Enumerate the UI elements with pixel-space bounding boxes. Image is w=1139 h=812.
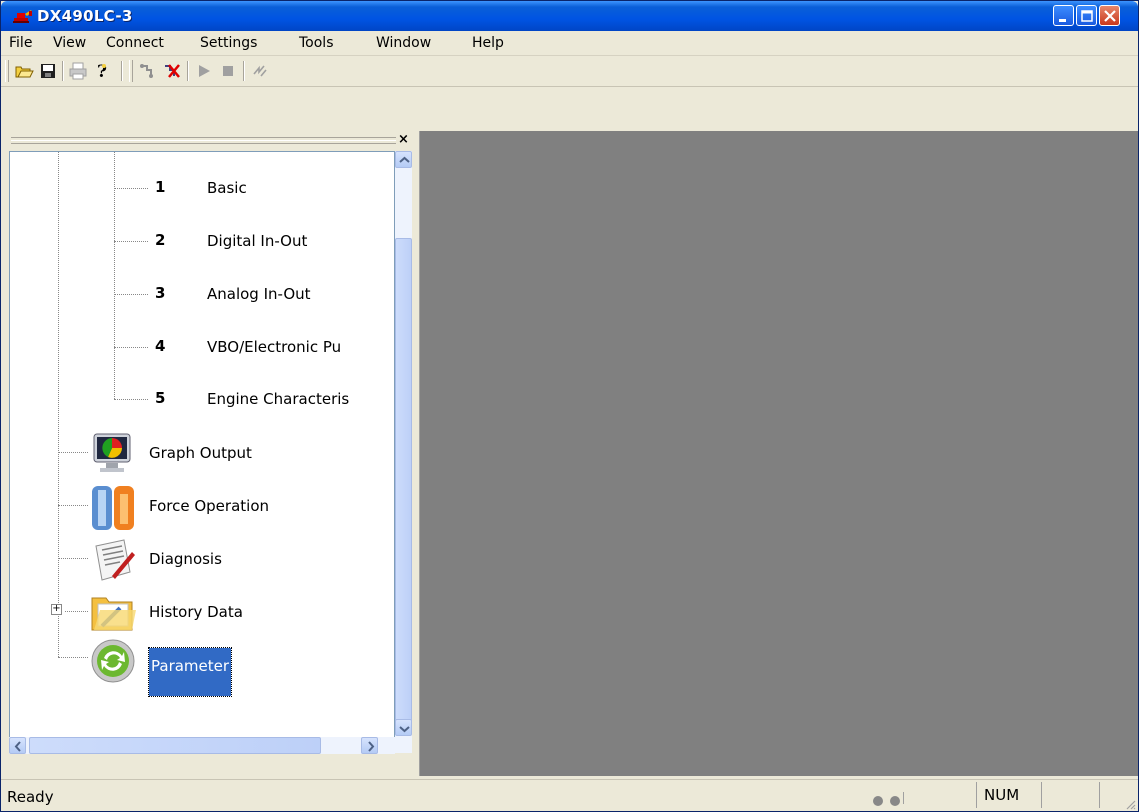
stop-icon[interactable] [217, 60, 239, 82]
parameter-icon [91, 639, 135, 683]
status-indicator-icon [890, 796, 900, 806]
window-title: DX490LC-3 [37, 7, 133, 25]
status-divider [1099, 782, 1100, 808]
status-divider [1041, 782, 1042, 808]
panel-grip [11, 143, 396, 144]
play-icon[interactable] [193, 60, 215, 82]
tree-subitem-analog[interactable]: Analog In-Out [207, 285, 311, 303]
toolbar-grip[interactable] [5, 60, 9, 82]
toolbar-separator [243, 61, 245, 81]
help-icon[interactable]: ? [91, 60, 113, 82]
status-bar: Ready NUM [1, 779, 1138, 811]
menu-bar: File View Connect Settings Tools Window … [1, 31, 1138, 56]
graph-output-icon [93, 433, 131, 472]
menu-file[interactable]: File [9, 35, 32, 51]
tree-subitem-number: 3 [155, 284, 166, 302]
scroll-down-button[interactable] [395, 719, 412, 736]
tree-item-parameter[interactable]: Parameter [147, 647, 233, 697]
menu-window[interactable]: Window [376, 35, 431, 51]
toolbar-separator [121, 61, 123, 81]
tree-subitem-basic[interactable]: Basic [207, 179, 247, 197]
diagnosis-icon [95, 539, 135, 581]
toolbar: ? [1, 56, 1138, 87]
chevron-down-icon [399, 726, 410, 733]
panel-grip [11, 140, 396, 141]
maximize-icon [1081, 10, 1093, 22]
tree-subitem-digital[interactable]: Digital In-Out [207, 232, 307, 250]
print-icon[interactable] [67, 60, 89, 82]
tree-item-diagnosis[interactable]: Diagnosis [149, 550, 222, 568]
tree-item-history-data[interactable]: History Data [149, 603, 243, 621]
tree-subitem-number: 5 [155, 389, 166, 407]
tree-line [114, 241, 148, 243]
toolbar-grip[interactable] [129, 60, 133, 82]
scroll-thumb[interactable] [29, 737, 321, 754]
open-folder-icon[interactable] [13, 60, 35, 82]
num-lock-indicator: NUM [984, 786, 1020, 804]
resize-grip-icon[interactable] [1124, 798, 1136, 810]
disconnect-icon[interactable] [161, 60, 183, 82]
status-divider [903, 792, 904, 804]
connect-icon[interactable] [137, 60, 159, 82]
tree-view[interactable]: 1 Basic 2 Digital In-Out 3 Analog In-Out… [9, 151, 395, 753]
panel-close-icon[interactable]: × [398, 132, 409, 147]
force-operation-icon [92, 486, 134, 530]
title-bar[interactable]: DX490LC-3 [1, 1, 1138, 31]
toolbar-separator [187, 61, 189, 81]
tree-horizontal-scrollbar[interactable] [9, 737, 395, 754]
tree-line [58, 558, 88, 560]
scroll-right-button[interactable] [361, 737, 378, 754]
menu-view[interactable]: View [53, 35, 86, 51]
panel-grip [11, 137, 396, 138]
tree-line [114, 188, 148, 190]
chevron-up-icon [399, 156, 410, 163]
menu-settings[interactable]: Settings [200, 35, 257, 51]
panel-header[interactable]: × [5, 131, 415, 151]
menu-tools[interactable]: Tools [299, 35, 334, 51]
app-window: DX490LC-3 File View Connect Settings Too… [0, 0, 1139, 812]
chevron-left-icon [14, 741, 21, 752]
scroll-up-button[interactable] [395, 151, 412, 168]
minimize-icon [1059, 19, 1066, 22]
status-divider [976, 782, 977, 808]
status-text: Ready [7, 788, 54, 806]
maximize-button[interactable] [1076, 5, 1097, 26]
tree-line [114, 347, 148, 349]
tree-line [58, 452, 88, 454]
scroll-thumb[interactable] [395, 238, 412, 734]
tree-subitem-number: 2 [155, 231, 166, 249]
tree-subitem-number: 4 [155, 337, 166, 355]
tree-line [58, 657, 88, 659]
mdi-workspace[interactable] [419, 131, 1138, 776]
close-button[interactable] [1099, 5, 1120, 26]
tree-item-force-operation[interactable]: Force Operation [149, 497, 269, 515]
refresh-icon[interactable] [249, 60, 271, 82]
tree-subitem-engine[interactable]: Engine Characteris [207, 390, 349, 408]
scroll-left-button[interactable] [9, 737, 26, 754]
tree-expander[interactable]: + [51, 604, 62, 615]
menu-help[interactable]: Help [472, 35, 504, 51]
toolbar-separator [62, 61, 64, 81]
close-icon [1104, 10, 1116, 22]
navigation-panel: × 1 Basic 2 Digital In-Out 3 Analog In-O… [5, 131, 415, 771]
excavator-icon [13, 10, 32, 23]
tree-subitem-number: 1 [155, 178, 166, 196]
chevron-right-icon [368, 741, 375, 752]
tree-subitem-vbo[interactable]: VBO/Electronic Pu [207, 338, 341, 356]
menu-connect[interactable]: Connect [106, 35, 164, 51]
save-icon[interactable] [37, 60, 59, 82]
tree-line [114, 294, 148, 296]
minimize-button[interactable] [1053, 5, 1074, 26]
tree-line [58, 505, 88, 507]
tree-item-graph-output[interactable]: Graph Output [149, 444, 252, 462]
tree-line [65, 611, 88, 613]
history-data-icon [91, 597, 136, 631]
tree-vertical-scrollbar[interactable] [395, 151, 412, 753]
tree-line [58, 152, 60, 657]
status-indicator-icon [873, 796, 883, 806]
tree-line [114, 399, 148, 401]
